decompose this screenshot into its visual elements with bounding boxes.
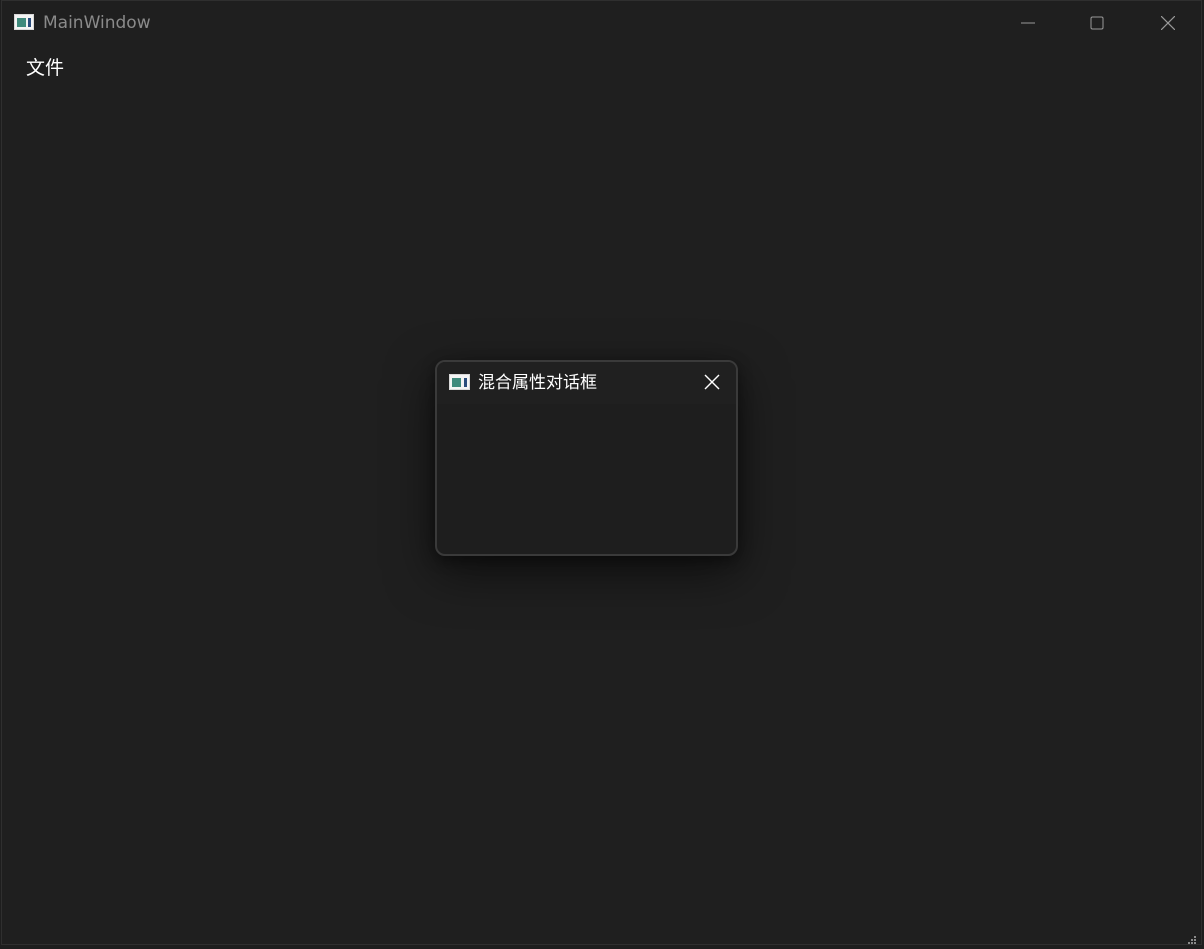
dialog-body [437,404,736,554]
minimize-icon [1021,22,1035,24]
dialog-title: 混合属性对话框 [478,373,597,393]
close-button[interactable] [1145,1,1191,45]
dialog-title-bar[interactable]: 混合属性对话框 [437,362,736,404]
app-window-icon [449,374,470,390]
close-icon [1161,16,1175,30]
app-window-icon [14,14,34,30]
minimize-button[interactable] [1005,1,1051,45]
menu-bar: 文件 [2,51,1201,85]
maximize-icon [1090,16,1104,30]
resize-grip-icon[interactable] [1187,930,1197,944]
close-icon [704,374,720,390]
title-bar[interactable]: MainWindow [2,1,1201,45]
window-title: MainWindow [43,13,151,33]
dialog-close-button[interactable] [691,362,733,404]
mixed-properties-dialog: 混合属性对话框 [435,360,738,556]
menu-item-file[interactable]: 文件 [26,55,64,81]
maximize-button[interactable] [1074,1,1120,45]
